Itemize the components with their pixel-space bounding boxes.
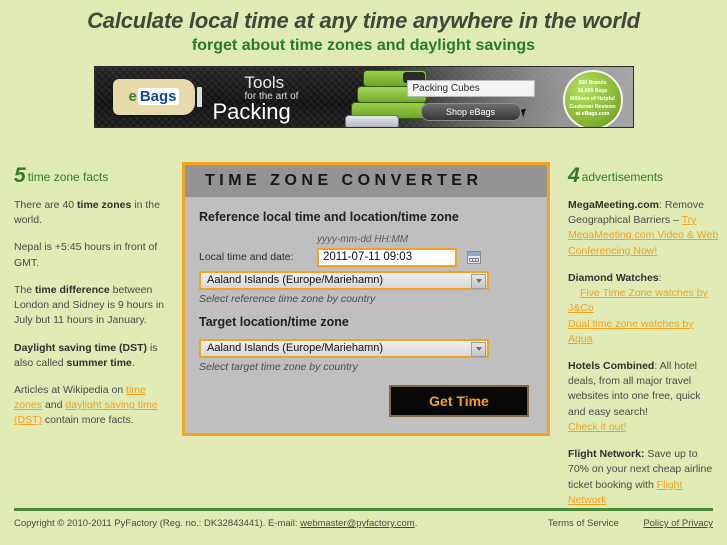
- fact-text-pre: Nepal is +5:45 hours in front of GMT.: [14, 241, 158, 269]
- fact-text-end: .: [131, 356, 135, 369]
- page-title: Calculate local time at any time anywher…: [87, 8, 640, 33]
- left-sidebar: 5 time zone facts There are 40 time zones…: [14, 160, 166, 441]
- wiki-text-post: contain more facts.: [42, 414, 134, 427]
- footer-copyright: Copyright © 2010-2011 PyFactory (Reg. no…: [14, 518, 417, 529]
- banner-ad-container[interactable]: e Bags Tools for the art of Packing Packi…: [93, 65, 634, 128]
- policy-of-privacy-link[interactable]: Policy of Privacy: [643, 518, 713, 529]
- banner-promo-badge: 550 Brands 38,000 Bags Millions of Helpf…: [562, 69, 623, 127]
- wiki-text-mid: and: [42, 399, 66, 412]
- fact-item: Nepal is +5:45 hours in front of GMT.: [14, 240, 166, 270]
- ad-link-jco-watches[interactable]: Five Time Zone watches by J&Co: [568, 287, 708, 314]
- target-timezone-select[interactable]: Aaland Islands (Europe/Mariehamn): [199, 338, 489, 358]
- right-sidebar: 4 advertisements MegaMeeting.com: Remove …: [568, 160, 720, 520]
- site-header: Calculate local time at any time anywher…: [0, 0, 727, 56]
- footer-divider: [14, 508, 713, 511]
- footer-links: Terms of Service Policy of Privacy: [526, 518, 713, 529]
- ad-title: MegaMeeting.com: [568, 199, 660, 211]
- time-format-hint: yyyy-mm-dd HH:MM: [317, 234, 409, 245]
- promo-line-5: at eBags.com: [575, 111, 610, 118]
- ad-link-aqua-watches[interactable]: Dual time zone watches by Aqua: [568, 318, 693, 345]
- facts-heading-text: time zone facts: [27, 170, 109, 184]
- right-sidebar-heading: 4 advertisements: [568, 164, 720, 188]
- banner-headline-tools: Tools: [244, 72, 285, 92]
- reference-section-label: Reference local time and location/time z…: [199, 210, 459, 224]
- banner-search-input[interactable]: Packing Cubes: [406, 79, 535, 97]
- fact-text-bold: time zones: [77, 199, 132, 211]
- ad-title: Diamond Watches: [568, 271, 659, 284]
- ebags-banner-ad[interactable]: e Bags Tools for the art of Packing Packi…: [93, 65, 634, 128]
- fact-item: The time difference between London and S…: [14, 283, 166, 329]
- fact-text-pre: There are 40: [14, 199, 78, 211]
- ad-sep: :: [658, 271, 662, 284]
- webmaster-email-link[interactable]: webmaster@pyfactory.com: [300, 518, 415, 529]
- local-time-field-group: yyyy-mm-dd HH:MM: [317, 234, 457, 267]
- promo-line-2: 38,000 Bags: [577, 87, 608, 94]
- chevron-down-icon[interactable]: [471, 341, 486, 357]
- ad-sub-links: Five Time Zone watches by J&Co Dual time …: [568, 287, 708, 345]
- target-section-label: Target location/time zone: [199, 314, 349, 329]
- copyright-text: Copyright © 2010-2011 PyFactory (Reg. no…: [14, 518, 301, 529]
- submit-row: Get Time: [199, 384, 533, 417]
- fact-item: There are 40 time zones in the world.: [14, 198, 166, 228]
- promo-line-3: Millions of Helpful: [570, 95, 615, 102]
- ad-title: Flight Network:: [568, 448, 645, 461]
- ad-title: Hotels Combined: [568, 359, 655, 372]
- promo-line-4: Customer Reviews: [569, 103, 616, 110]
- page-subtitle: forget about time zones and daylight sav…: [191, 37, 536, 55]
- facts-count: 5: [14, 164, 26, 187]
- reference-timezone-select[interactable]: Aaland Islands (Europe/Mariehamn): [199, 270, 489, 290]
- ebags-tag-bar: [196, 86, 202, 107]
- local-time-row: Local time and date: yyyy-mm-dd HH:MM: [199, 234, 533, 267]
- ebags-logo: e Bags: [112, 78, 195, 115]
- target-timezone-value: Aaland Islands (Europe/Mariehamn): [207, 342, 384, 354]
- banner-headline-packing: Packing: [212, 98, 291, 124]
- wiki-text-pre: Articles at Wikipedia on: [14, 383, 127, 396]
- shop-ebags-button[interactable]: Shop eBags: [420, 102, 521, 121]
- ad-item-megameeting: MegaMeeting.com: Remove Geographical Bar…: [568, 198, 720, 259]
- ads-heading-text: advertisements: [581, 170, 664, 184]
- get-time-button[interactable]: Get Time: [389, 384, 529, 417]
- target-timezone-hint: Select target time zone by country: [199, 360, 358, 373]
- fact-item-wikipedia: Articles at Wikipedia on time zones and …: [14, 383, 166, 429]
- fact-text-pre: The: [14, 283, 36, 296]
- converter-panel-title: TIME ZONE CONVERTER: [185, 165, 547, 197]
- site-footer: Copyright © 2010-2011 PyFactory (Reg. no…: [14, 518, 713, 529]
- chevron-down-icon[interactable]: [471, 273, 486, 289]
- ad-link-hotels-combined[interactable]: Check it out!: [568, 421, 626, 433]
- calendar-picker-icon[interactable]: [467, 250, 481, 264]
- ad-item-flight-network: Flight Network: Save up to 70% on your n…: [568, 447, 720, 508]
- local-time-input[interactable]: [317, 247, 457, 267]
- terms-of-service-link[interactable]: Terms of Service: [548, 518, 619, 529]
- ad-item-hotels-combined: Hotels Combined: All hotel deals, from a…: [568, 359, 720, 435]
- reference-timezone-hint: Select reference time zone by country: [199, 292, 376, 305]
- fact-text-bold: Daylight saving time (DST): [14, 341, 148, 354]
- left-sidebar-heading: 5 time zone facts: [14, 164, 166, 188]
- ebags-logo-bags: Bags: [137, 88, 179, 106]
- ebags-logo-e: e: [128, 88, 137, 106]
- ads-count: 4: [568, 164, 580, 187]
- promo-line-1: 550 Brands: [578, 80, 607, 87]
- ad-item-diamond-watches: Diamond Watches: Five Time Zone watches …: [568, 271, 720, 347]
- fact-text-bold-tail: summer time: [66, 356, 132, 369]
- copyright-period: .: [414, 518, 418, 529]
- reference-timezone-value: Aaland Islands (Europe/Mariehamn): [207, 274, 384, 286]
- local-time-label: Local time and date:: [199, 250, 294, 263]
- time-zone-converter-panel: TIME ZONE CONVERTER Reference local time…: [182, 162, 550, 436]
- fact-item: Daylight saving time (DST) is also calle…: [14, 341, 166, 371]
- converter-form: Reference local time and location/time z…: [185, 197, 547, 417]
- fact-text-bold: time difference: [35, 283, 110, 296]
